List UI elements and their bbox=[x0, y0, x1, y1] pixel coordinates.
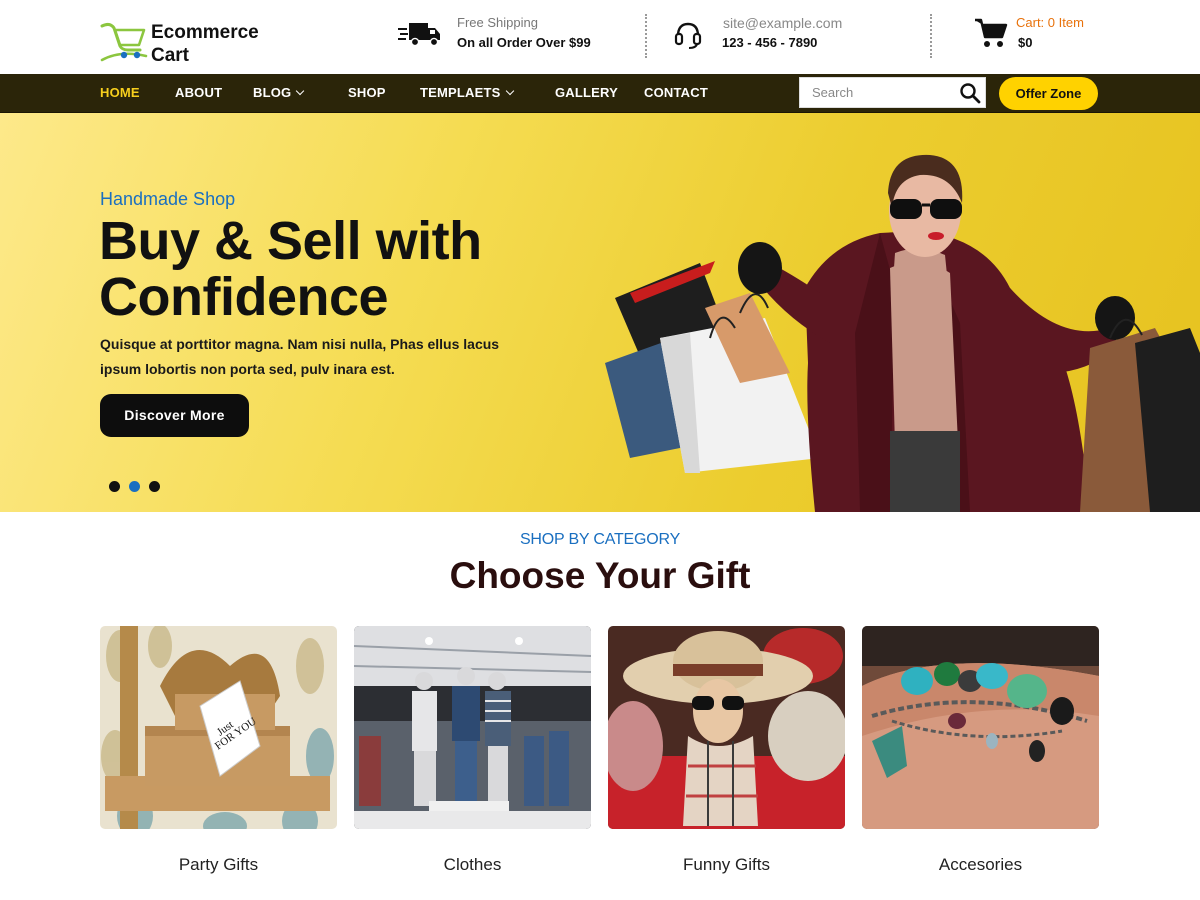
hero-description: Quisque at porttitor magna. Nam nisi nul… bbox=[100, 336, 500, 377]
category-label-funny-gifts[interactable]: Funny Gifts bbox=[608, 855, 845, 875]
brand-name-line1: Ecommerce bbox=[151, 22, 259, 43]
cart-logo-icon bbox=[100, 22, 148, 62]
shipping-detail: On all Order Over $99 bbox=[457, 35, 591, 50]
search-input[interactable] bbox=[800, 78, 950, 107]
brand-name: Ecommerce Cart bbox=[151, 21, 259, 67]
contact-phone[interactable]: 123 - 456 - 7890 bbox=[722, 35, 817, 50]
nav-item-contact[interactable]: CONTACT bbox=[644, 74, 708, 113]
cart-icon bbox=[975, 18, 1008, 47]
hero-subtitle: Handmade Shop bbox=[100, 189, 236, 209]
brand-name-line2: Cart bbox=[151, 45, 190, 66]
discover-more-button[interactable]: Discover More bbox=[100, 394, 249, 437]
chevron-down-icon bbox=[296, 86, 305, 96]
category-card-clothes[interactable] bbox=[354, 626, 591, 829]
category-label-party-gifts[interactable]: Party Gifts bbox=[100, 855, 337, 875]
cart-summary[interactable]: Cart: 0 Item $0 bbox=[974, 14, 1134, 60]
free-shipping-info: Free Shipping On all Order Over $99 bbox=[398, 14, 618, 60]
cart-item-count[interactable]: Cart: 0 Item bbox=[1016, 15, 1084, 30]
shopping-bags-right bbox=[1080, 318, 1200, 512]
truck-icon bbox=[398, 23, 440, 47]
category-card-funny-gifts[interactable] bbox=[608, 626, 845, 829]
nav-item-about[interactable]: ABOUT bbox=[175, 74, 222, 113]
category-label-accesories[interactable]: Accesories bbox=[862, 855, 1099, 875]
hero-banner: Handmade Shop Buy & Sell with Confidence… bbox=[0, 113, 1200, 512]
slider-dot-1[interactable] bbox=[109, 481, 120, 492]
category-label-clothes[interactable]: Clothes bbox=[354, 855, 591, 875]
contact-info: site@example.com 123 - 456 - 7890 bbox=[674, 14, 894, 60]
nav-item-templates[interactable]: TEMPLAETS bbox=[420, 74, 514, 113]
main-nav: HOME ABOUT BLOG SHOP TEMPLAETS GALLERY C… bbox=[0, 74, 1200, 113]
nav-item-shop[interactable]: SHOP bbox=[348, 74, 386, 113]
hero-title-line2: Confidence bbox=[99, 267, 389, 327]
search-icon[interactable] bbox=[959, 82, 981, 104]
offer-zone-button[interactable]: Offer Zone bbox=[999, 77, 1098, 110]
hero-title: Buy & Sell with Confidence bbox=[99, 213, 619, 325]
contact-email[interactable]: site@example.com bbox=[723, 15, 842, 31]
hero-title-line1: Buy & Sell with bbox=[99, 211, 482, 271]
cart-total: $0 bbox=[1018, 35, 1033, 50]
hero-image bbox=[605, 154, 1200, 512]
header-divider bbox=[930, 14, 932, 58]
nav-item-home[interactable]: HOME bbox=[100, 74, 140, 113]
slider-dot-3[interactable] bbox=[149, 481, 160, 492]
clothes-image bbox=[354, 626, 591, 829]
chevron-down-icon bbox=[505, 86, 514, 96]
category-subtitle: SHOP BY CATEGORY bbox=[519, 531, 681, 548]
nav-item-blog[interactable]: BLOG bbox=[253, 74, 305, 113]
top-header: Ecommerce Cart Free Shipping On all Orde… bbox=[0, 0, 1200, 74]
category-card-party-gifts[interactable]: Just FOR YOU bbox=[100, 626, 337, 829]
headset-icon bbox=[674, 22, 702, 49]
category-card-accesories[interactable] bbox=[862, 626, 1099, 829]
party-gifts-image: Just FOR YOU bbox=[100, 626, 337, 829]
accesories-image bbox=[862, 626, 1099, 829]
shipping-title: Free Shipping bbox=[457, 15, 538, 30]
slider-dot-2[interactable] bbox=[129, 481, 140, 492]
category-title: Choose Your Gift bbox=[449, 555, 751, 596]
brand-logo[interactable]: Ecommerce Cart bbox=[100, 16, 270, 67]
search-box bbox=[799, 77, 986, 108]
nav-item-gallery[interactable]: GALLERY bbox=[555, 74, 618, 113]
funny-gifts-image bbox=[608, 626, 845, 829]
header-divider bbox=[645, 14, 647, 58]
